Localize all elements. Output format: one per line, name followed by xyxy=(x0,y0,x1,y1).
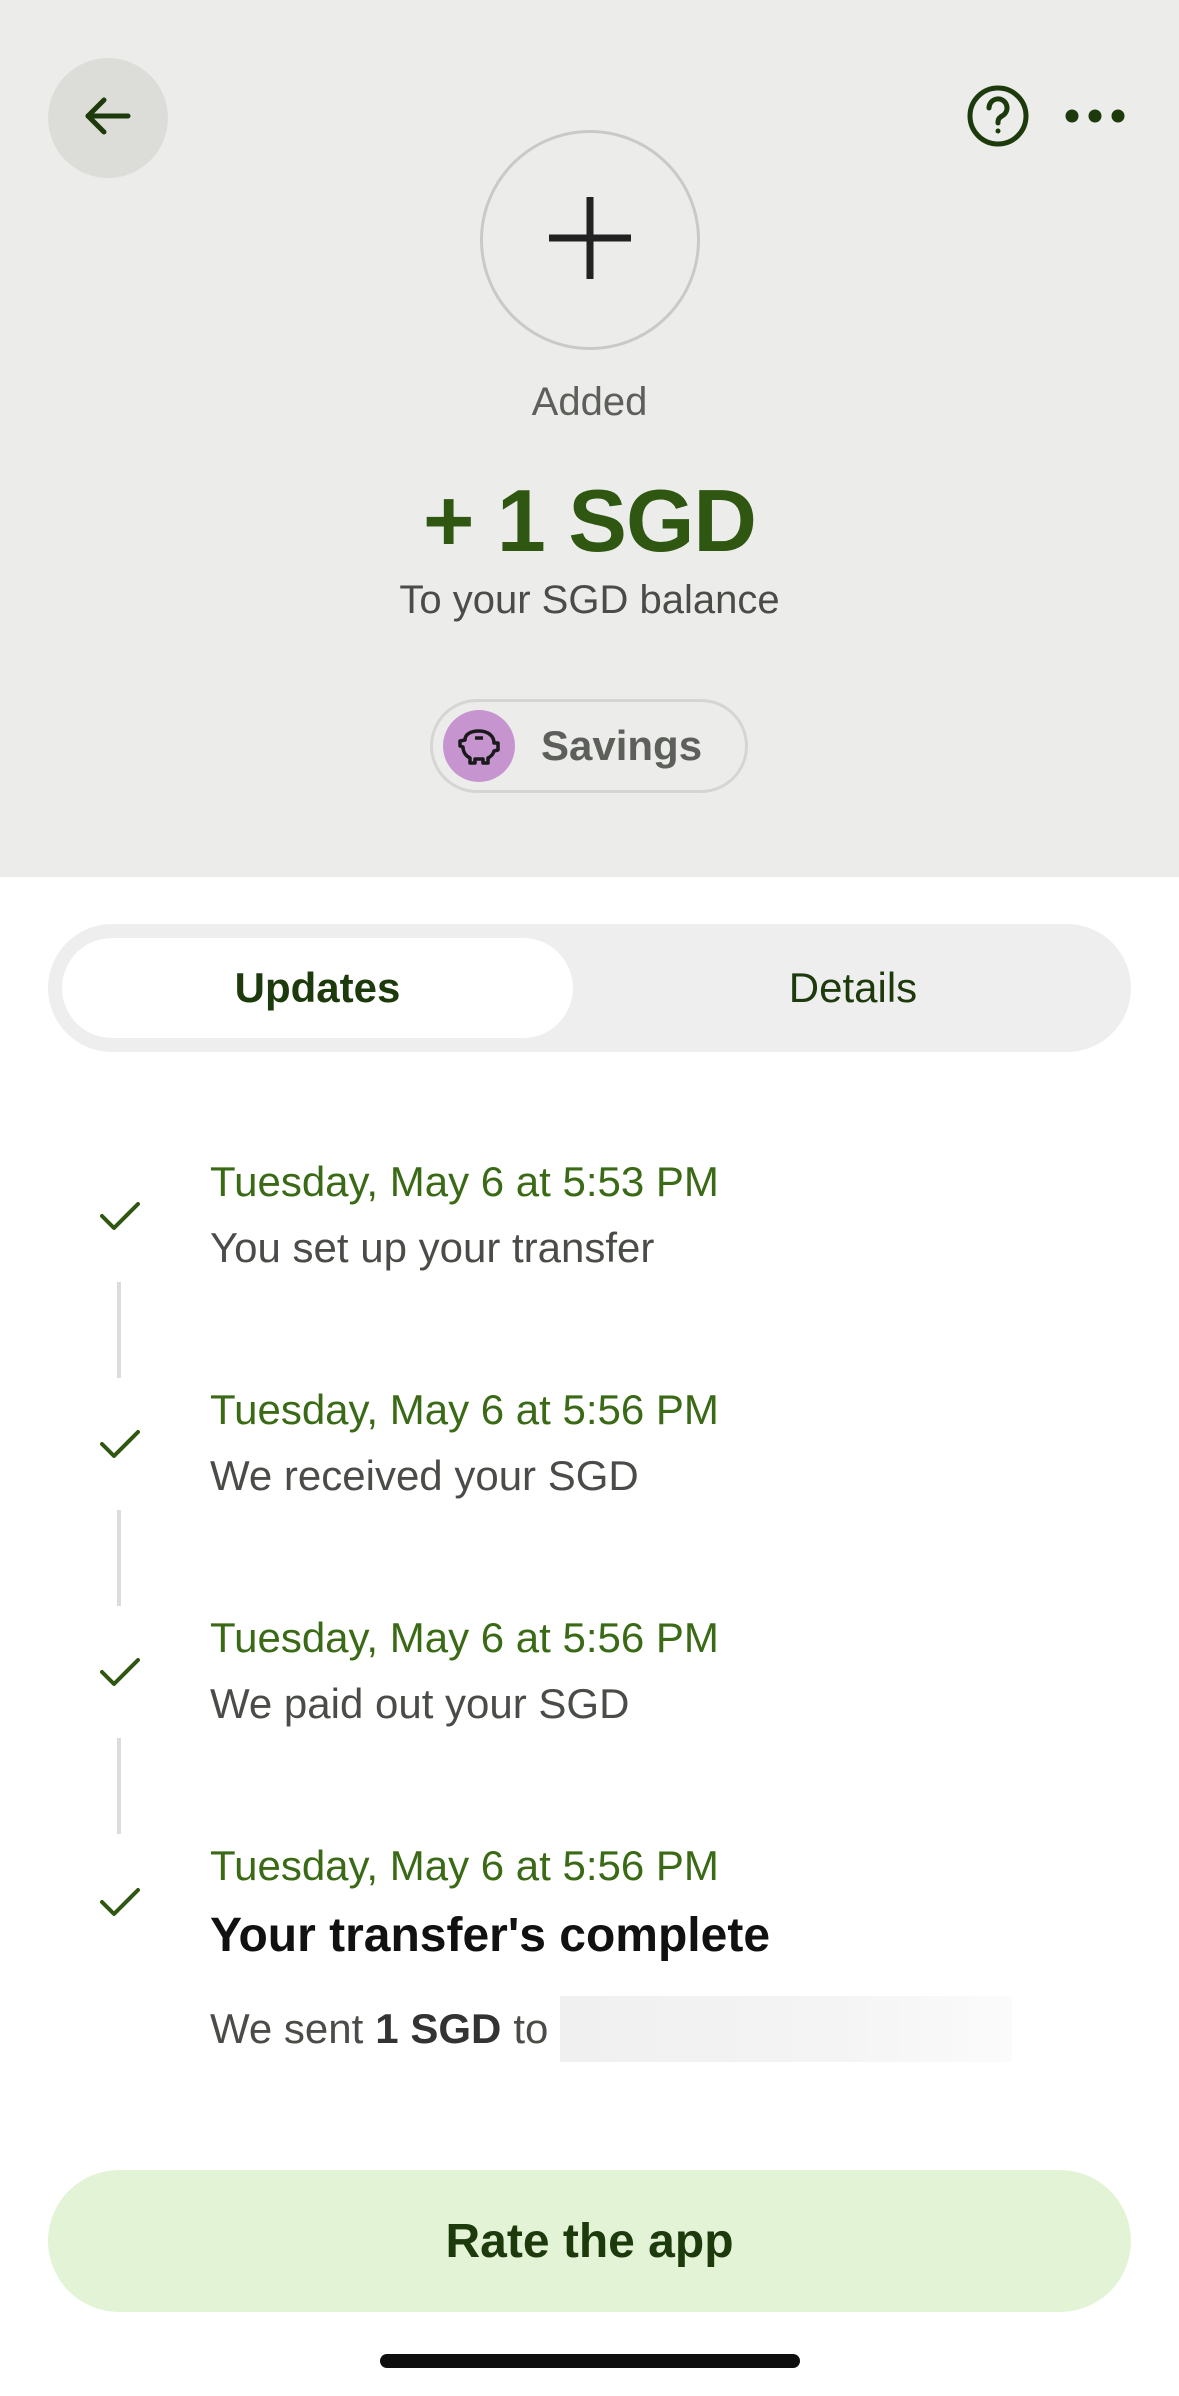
more-horizontal-icon xyxy=(1065,109,1125,128)
timeline-date: Tuesday, May 6 at 5:56 PM xyxy=(210,1842,719,1889)
tab-details[interactable]: Details xyxy=(589,938,1117,1038)
question-circle-icon xyxy=(966,84,1030,153)
piggy-bank-icon xyxy=(443,710,515,782)
savings-jar-chip[interactable]: Savings xyxy=(430,699,748,793)
check-icon xyxy=(96,1420,144,1468)
help-button[interactable] xyxy=(966,84,1030,153)
timeline-title: Your transfer's complete xyxy=(210,1909,771,1962)
arrow-left-icon xyxy=(80,88,136,149)
sent-amount: 1 SGD xyxy=(375,2005,502,2052)
timeline-date: Tuesday, May 6 at 5:53 PM xyxy=(210,1158,719,1205)
rate-app-button[interactable]: Rate the app xyxy=(48,2170,1131,2312)
redacted-recipient xyxy=(560,1996,1013,2062)
transaction-header: Added + 1 SGD To your SGD balance Saving… xyxy=(0,0,1179,877)
timeline-connector xyxy=(117,1282,121,1378)
back-button[interactable] xyxy=(48,58,168,178)
transaction-amount: + 1 SGD xyxy=(423,471,757,570)
timeline-date: Tuesday, May 6 at 5:56 PM xyxy=(210,1386,719,1433)
check-icon xyxy=(96,1648,144,1696)
transaction-destination: To your SGD balance xyxy=(399,578,780,622)
home-indicator xyxy=(380,2354,800,2368)
sent-to: to xyxy=(513,2005,549,2052)
check-icon xyxy=(96,1192,144,1240)
transaction-status: Added xyxy=(531,380,648,424)
segmented-tabs: Updates Details xyxy=(48,924,1131,1052)
check-icon xyxy=(96,1878,144,1926)
timeline-connector xyxy=(117,1510,121,1606)
timeline-text: We received your SGD xyxy=(210,1452,639,1499)
tab-updates[interactable]: Updates xyxy=(62,938,573,1038)
sent-prefix: We sent xyxy=(210,2005,364,2052)
transaction-type-icon xyxy=(480,130,700,350)
timeline-sent-summary: We sent 1 SGD to xyxy=(210,1996,1013,2062)
timeline-date: Tuesday, May 6 at 5:56 PM xyxy=(210,1614,719,1661)
plus-icon xyxy=(545,193,635,288)
more-options-button[interactable] xyxy=(1060,96,1130,140)
chip-label: Savings xyxy=(541,722,703,769)
timeline-connector xyxy=(117,1738,121,1834)
timeline-text: We paid out your SGD xyxy=(210,1680,630,1727)
timeline-text: You set up your transfer xyxy=(210,1224,655,1271)
